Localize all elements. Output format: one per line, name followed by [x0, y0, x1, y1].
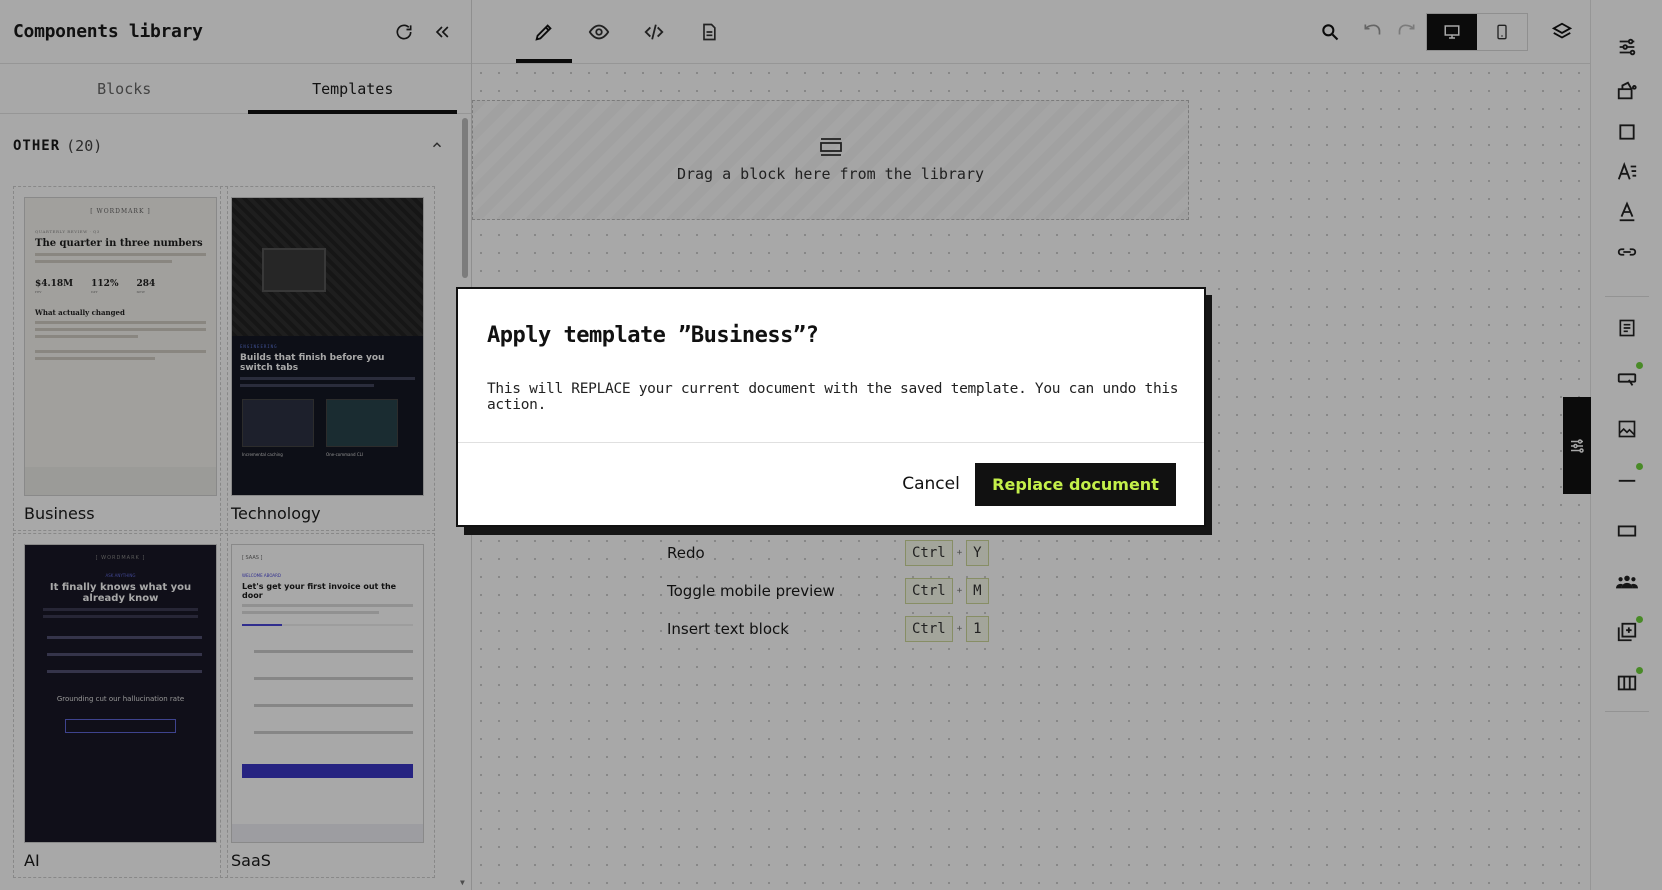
replace-document-button[interactable]: Replace document [975, 463, 1176, 506]
dialog-message: This will REPLACE your current document … [487, 381, 1179, 413]
cancel-button[interactable]: Cancel [886, 463, 976, 505]
dialog-title: Apply template ”Business”? [487, 323, 819, 348]
apply-template-dialog: Apply template ”Business”? This will REP… [456, 287, 1206, 527]
dialog-divider [458, 442, 1204, 443]
